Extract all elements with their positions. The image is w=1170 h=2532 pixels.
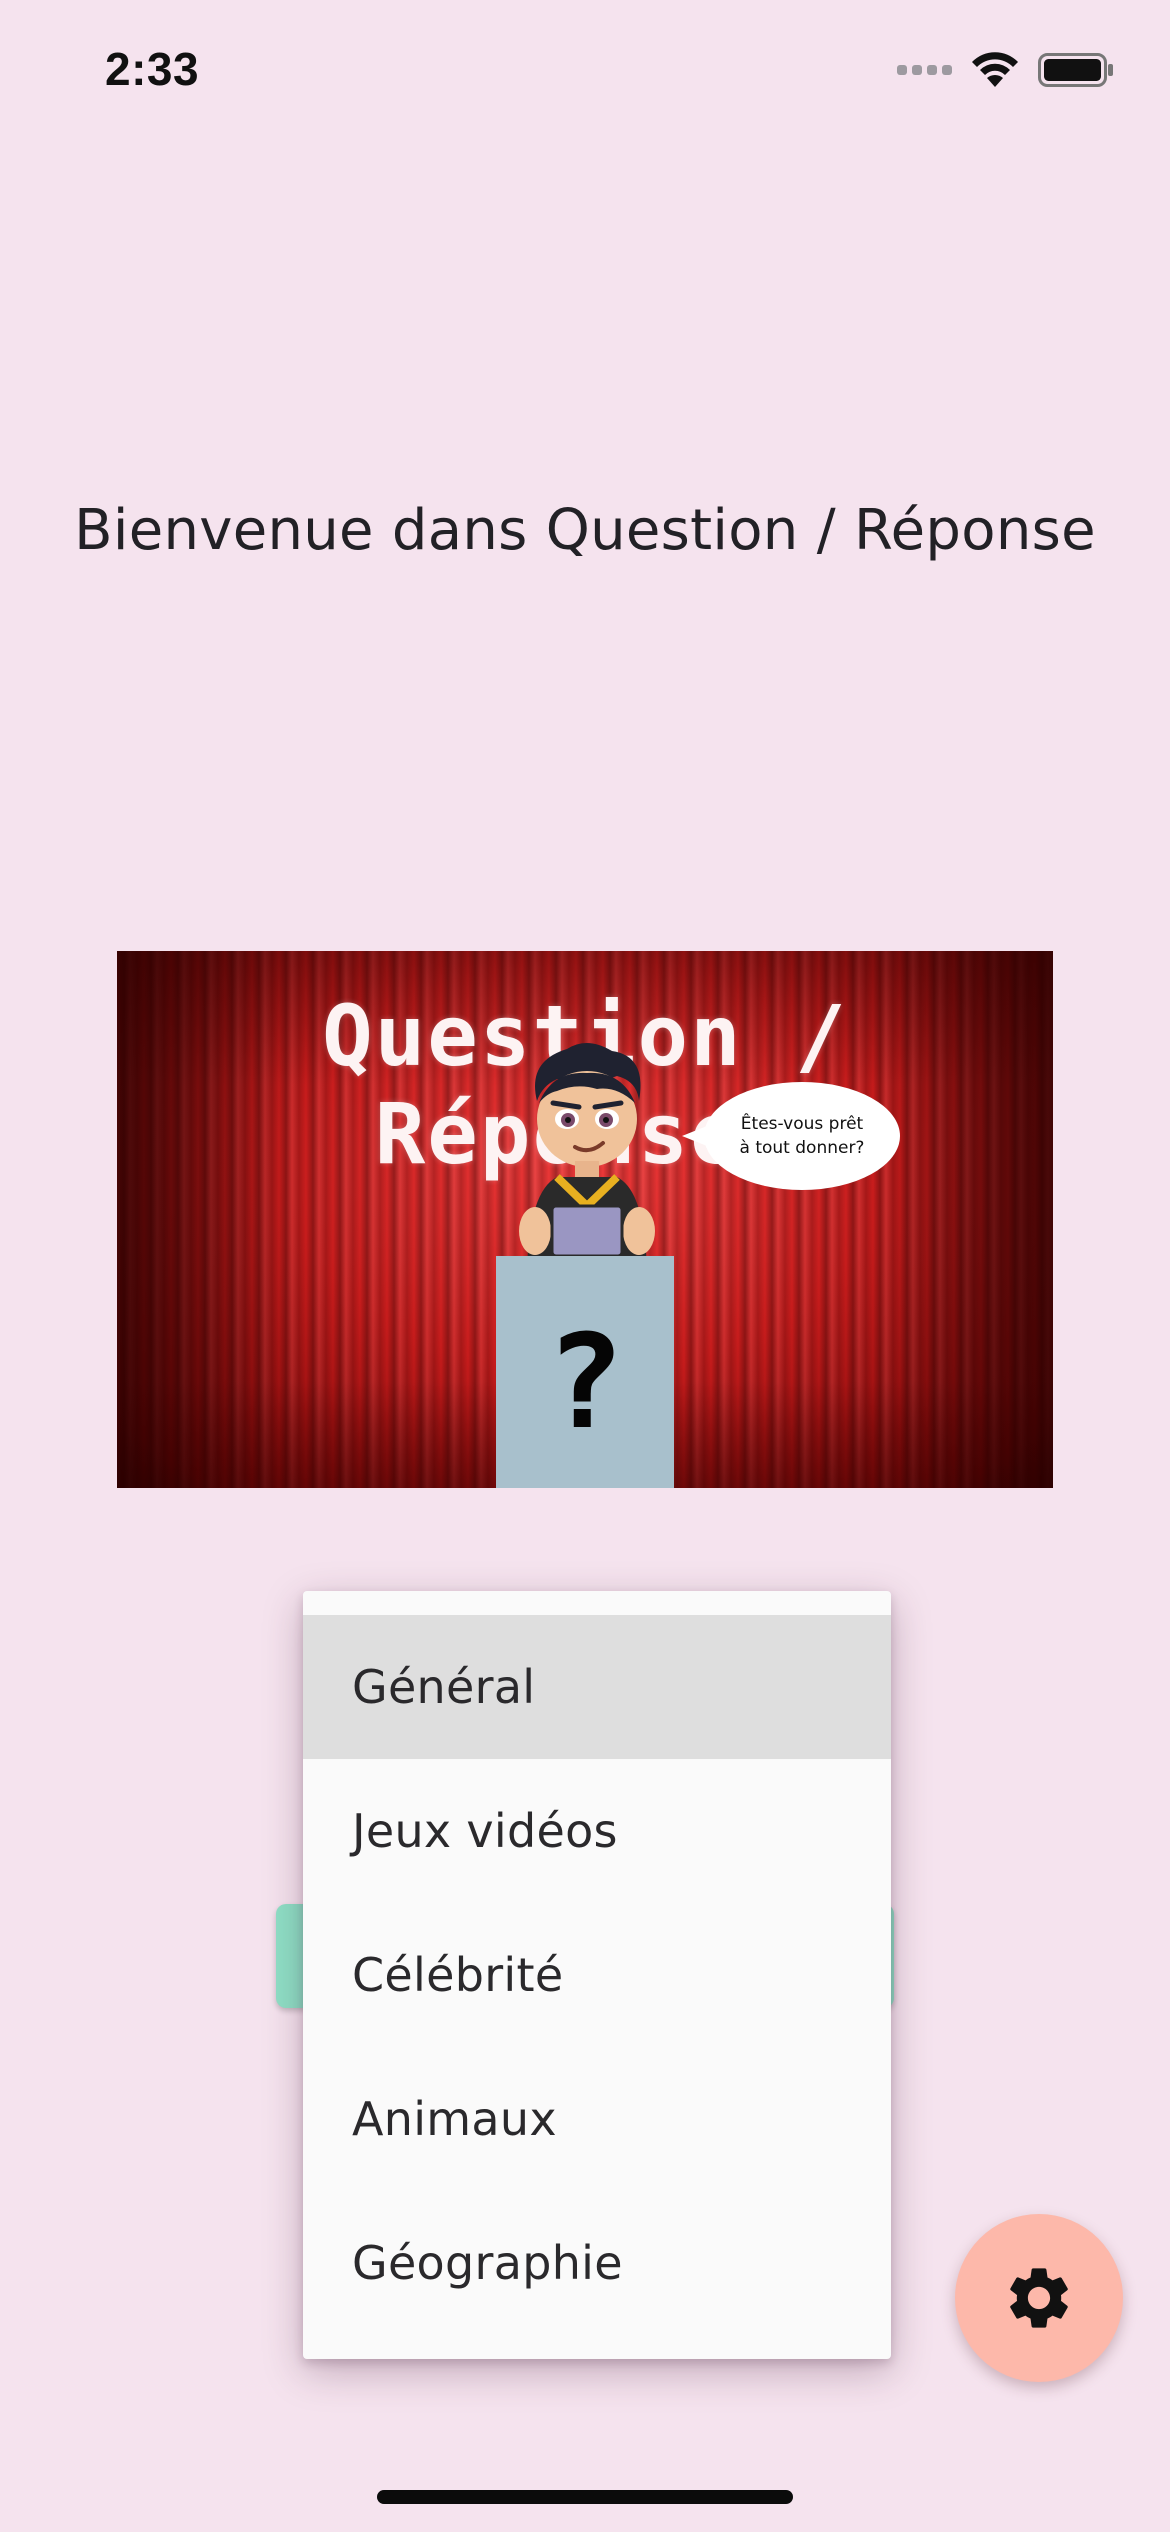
menu-item-general[interactable]: Général — [303, 1615, 891, 1759]
speech-bubble: Êtes-vous prêt à tout donner? — [682, 1082, 900, 1190]
cellular-signal-icon — [897, 65, 952, 75]
page-title: Bienvenue dans Question / Réponse — [74, 498, 1096, 563]
podium-question-mark: ? — [545, 1306, 625, 1458]
home-indicator[interactable] — [377, 2490, 793, 2504]
status-icons — [897, 50, 1114, 90]
host-character-illustration — [519, 1042, 655, 1271]
battery-icon — [1038, 53, 1113, 87]
status-time: 2:33 — [105, 43, 200, 95]
menu-item-celebrite[interactable]: Célébrité — [303, 1903, 891, 2047]
podium: ? — [496, 1256, 674, 1488]
app-screen: 2:33 Bienvenue dans Question / Réponse Q… — [0, 0, 1170, 2532]
settings-button[interactable] — [955, 2214, 1123, 2382]
category-dropdown-menu: Général Jeux vidéos Célébrité Animaux Gé… — [303, 1591, 891, 2359]
banner-image: Question / Réponses — [117, 951, 1053, 1488]
menu-item-geographie[interactable]: Géographie — [303, 2191, 891, 2335]
speech-bubble-line-2: à tout donner? — [739, 1138, 865, 1158]
menu-item-jeux-videos[interactable]: Jeux vidéos — [303, 1759, 891, 1903]
menu-item-animaux[interactable]: Animaux — [303, 2047, 891, 2191]
wifi-icon — [972, 52, 1018, 87]
gear-icon — [1010, 2268, 1068, 2328]
speech-bubble-line-1: Êtes-vous prêt — [740, 1114, 864, 1134]
